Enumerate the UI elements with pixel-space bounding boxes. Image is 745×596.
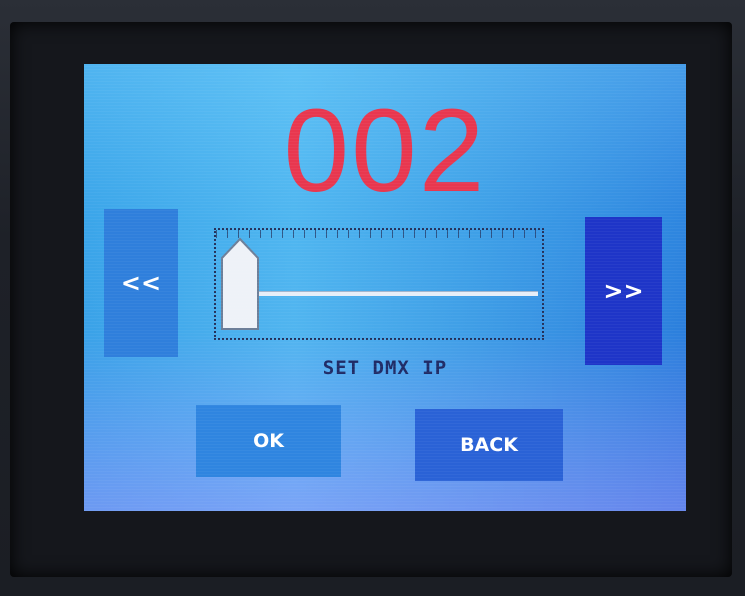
next-button[interactable]: >> bbox=[585, 217, 662, 365]
slider-track bbox=[256, 291, 538, 296]
slider-thumb[interactable] bbox=[219, 236, 261, 332]
value-slider[interactable] bbox=[214, 228, 544, 340]
next-button-label: >> bbox=[603, 277, 644, 305]
previous-button[interactable]: << bbox=[104, 209, 178, 357]
lcd-screen: 002 << >> SET DMX IP OK BACK bbox=[84, 64, 686, 511]
back-button-label: BACK bbox=[460, 434, 518, 456]
slider-tick-marks bbox=[216, 230, 542, 238]
ok-button-label: OK bbox=[253, 430, 284, 452]
value-display: 002 bbox=[283, 85, 487, 217]
setting-caption: SET DMX IP bbox=[322, 357, 448, 379]
device-bezel: 002 << >> SET DMX IP OK BACK bbox=[0, 0, 745, 596]
back-button[interactable]: BACK bbox=[415, 409, 563, 481]
ok-button[interactable]: OK bbox=[196, 405, 341, 477]
previous-button-label: << bbox=[120, 269, 162, 297]
